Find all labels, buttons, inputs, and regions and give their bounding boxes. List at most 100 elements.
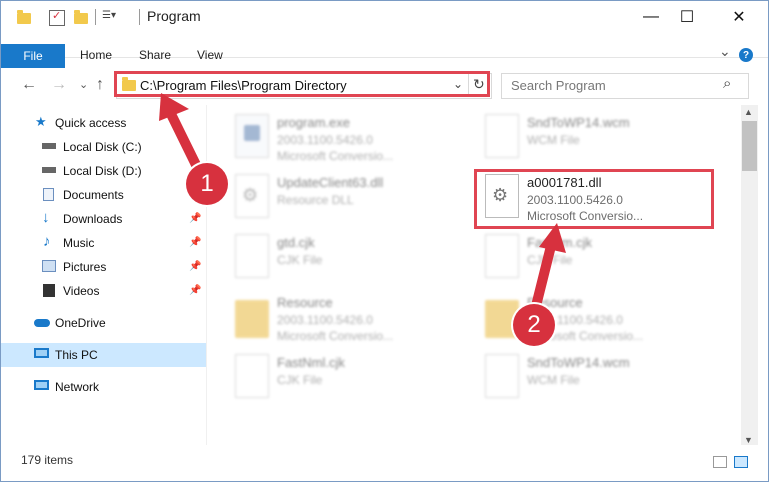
star-icon: ★ [35, 114, 47, 129]
file-name: FastNml.cjk [277, 355, 345, 370]
file-detail: CJK File [277, 253, 323, 267]
forward-button[interactable]: → [51, 76, 67, 94]
dll-icon [235, 174, 269, 218]
up-button[interactable]: ↑ [96, 76, 104, 94]
file-list: program.exe 2003.1100.5426.0 Microsoft C… [213, 105, 741, 445]
sidebar-item-label: Videos [63, 284, 100, 298]
file-icon [485, 234, 519, 278]
file-item[interactable]: FastNm.cjk CJK File [475, 229, 715, 289]
sidebar-item-label: Documents [63, 188, 124, 202]
file-name: SndToWP14.wcm [527, 115, 630, 130]
file-detail: CJK File [277, 373, 323, 387]
file-detail: Microsoft Conversio... [277, 149, 394, 163]
file-icon [235, 354, 269, 398]
folder-item[interactable]: Resource 2003.1100.5426.0 Microsoft Conv… [225, 289, 465, 349]
properties-icon[interactable]: ✓ [49, 10, 65, 26]
pin-icon[interactable]: 📌 [189, 237, 201, 248]
tab-file[interactable]: File [1, 44, 65, 68]
sidebar-item-label: Quick access [55, 116, 127, 130]
sidebar-item-pictures[interactable]: Pictures 📌 [1, 255, 206, 279]
explorer-window: ✓ ☰▾ Program — ☐ ✕ File Home Share View … [0, 0, 769, 482]
sidebar-item-this-pc[interactable]: This PC [1, 343, 206, 367]
sidebar-item-local-disk-d[interactable]: Local Disk (D:) [1, 159, 206, 183]
sidebar-item-label: Music [63, 236, 95, 250]
sidebar-item-network[interactable]: Network [1, 375, 206, 399]
sidebar-item-label: Network [55, 380, 100, 394]
network-icon [34, 380, 49, 390]
sidebar-item-downloads[interactable]: ↓ Downloads 📌 [1, 207, 206, 231]
pin-icon[interactable]: 📌 [189, 261, 201, 272]
search-placeholder: Search Program [511, 78, 606, 93]
sidebar-item-label: OneDrive [55, 316, 106, 330]
item-count: 179 items [21, 453, 74, 467]
file-highlight-box [474, 169, 714, 229]
file-detail: CJK File [527, 253, 573, 267]
file-detail: Resource DLL [277, 193, 354, 207]
sidebar-item-label: Local Disk (D:) [63, 164, 142, 178]
file-item[interactable]: gtd.cjk CJK File [225, 229, 465, 289]
scroll-down-icon[interactable]: ▼ [744, 435, 753, 445]
file-item[interactable]: FastNml.cjk CJK File [225, 349, 465, 409]
videos-icon [43, 284, 55, 297]
computer-icon [34, 348, 49, 358]
sidebar-item-label: Downloads [63, 212, 123, 226]
ribbon [1, 33, 768, 58]
file-name: FastNm.cjk [527, 235, 592, 250]
file-icon [485, 354, 519, 398]
search-icon[interactable]: ⌕ [723, 75, 731, 92]
customize-quick-access-icon[interactable]: ☰▾ [102, 10, 120, 24]
scroll-up-icon[interactable]: ▲ [744, 107, 753, 117]
sidebar-item-label: Pictures [63, 260, 107, 274]
large-icons-view-icon[interactable] [734, 456, 748, 468]
folder-icon [235, 300, 269, 338]
recent-locations-dropdown[interactable]: ⌄ [79, 78, 88, 91]
tab-share[interactable]: Share [139, 48, 171, 62]
step-2-badge: 2 [513, 304, 555, 346]
help-icon[interactable]: ? [739, 48, 753, 62]
pin-icon[interactable]: 📌 [189, 285, 201, 296]
sidebar-item-local-disk-c[interactable]: Local Disk (C:) [1, 135, 206, 159]
pane-divider [206, 105, 207, 445]
sidebar-item-quick-access[interactable]: ★ Quick access [1, 111, 206, 135]
file-name: Resource [277, 295, 333, 310]
scrollbar-thumb[interactable] [742, 121, 757, 171]
pin-icon[interactable]: 📌 [189, 213, 201, 224]
file-detail: WCM File [527, 133, 580, 147]
sidebar-item-label: This PC [55, 348, 98, 362]
file-detail: Microsoft Conversio... [277, 329, 394, 343]
expand-ribbon-icon[interactable]: ⌄ [719, 43, 731, 60]
drive-icon [42, 167, 56, 173]
file-icon [235, 234, 269, 278]
new-folder-icon[interactable] [74, 10, 88, 24]
file-name: program.exe [277, 115, 350, 130]
exe-icon [235, 114, 269, 158]
back-button[interactable]: ← [21, 76, 37, 94]
tab-home[interactable]: Home [80, 48, 112, 62]
file-name: gtd.cjk [277, 235, 315, 250]
sidebar-item-music[interactable]: ♪ Music 📌 [1, 231, 206, 255]
sidebar-item-documents[interactable]: Documents 📌 [1, 183, 206, 207]
sidebar-item-videos[interactable]: Videos 📌 [1, 279, 206, 303]
folder-item[interactable]: Resource 2003.1100.5426.0 Microsoft Conv… [475, 289, 715, 349]
address-highlight-box [114, 71, 490, 97]
tab-view[interactable]: View [197, 48, 223, 62]
window-title: Program [147, 8, 201, 24]
download-icon: ↓ [42, 209, 50, 226]
divider [95, 9, 96, 25]
status-bar [1, 448, 768, 481]
file-icon [485, 114, 519, 158]
file-name: UpdateClient63.dll [277, 175, 384, 190]
close-button[interactable]: ✕ [716, 1, 762, 33]
file-item[interactable]: UpdateClient63.dll Resource DLL [225, 169, 465, 229]
file-item[interactable]: program.exe 2003.1100.5426.0 Microsoft C… [225, 109, 465, 169]
file-item[interactable]: SndToWP14.wcm WCM File [475, 109, 715, 169]
sidebar-item-label: Local Disk (C:) [63, 140, 142, 154]
sidebar-item-onedrive[interactable]: OneDrive [1, 311, 206, 335]
file-detail: 2003.1100.5426.0 [277, 133, 373, 147]
documents-icon [43, 188, 54, 201]
pictures-icon [42, 260, 56, 272]
file-item[interactable]: SndToWP14.wcm WCM File [475, 349, 715, 409]
folder-icon [17, 10, 31, 24]
maximize-button[interactable]: ☐ [664, 1, 710, 33]
details-view-icon[interactable] [713, 456, 727, 468]
